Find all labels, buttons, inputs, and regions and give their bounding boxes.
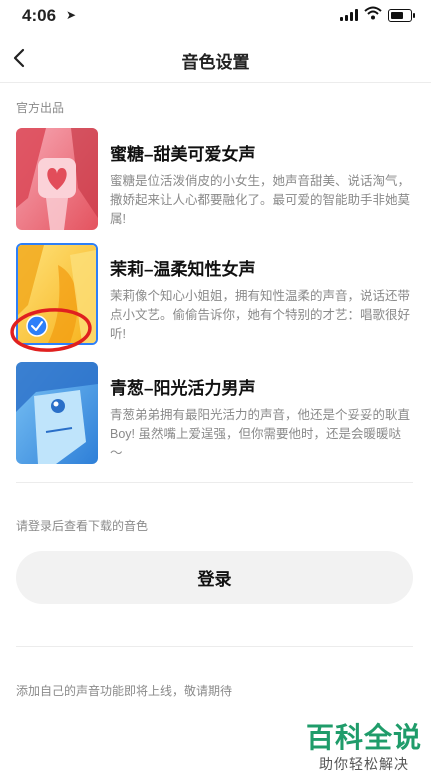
wifi-icon bbox=[364, 6, 382, 20]
login-button[interactable]: 登录 bbox=[16, 551, 413, 604]
divider bbox=[16, 482, 413, 483]
nav-bar: 音色设置 bbox=[0, 36, 431, 83]
battery-icon bbox=[388, 9, 415, 22]
voice-avatar-qingcong bbox=[16, 362, 98, 464]
watermark-subtitle: 助你轻松解决 bbox=[319, 756, 409, 772]
voice-name: 茉莉–温柔知性女声 bbox=[110, 260, 256, 279]
divider bbox=[16, 646, 413, 647]
page-title: 音色设置 bbox=[181, 53, 250, 72]
voice-name: 青葱–阳光活力男声 bbox=[110, 379, 256, 398]
voice-item-moli[interactable]: 茉莉–温柔知性女声 茉莉像个知心小姐姐，拥有知性温柔的声音，说话还带点小文艺。偷… bbox=[10, 243, 414, 352]
section-label-official: 官方出品 bbox=[16, 101, 65, 115]
login-hint: 请登录后查看下载的音色 bbox=[16, 519, 149, 533]
voice-avatar-mitang bbox=[16, 128, 98, 230]
voice-item-qingcong[interactable]: 青葱–阳光活力男声 青葱弟弟拥有最阳光活力的声音，他还是个妥妥的耿直Boy! 虽… bbox=[16, 362, 414, 466]
status-time: 4:06 bbox=[22, 6, 57, 25]
voice-name: 蜜糖–甜美可爱女声 bbox=[110, 145, 256, 164]
coming-soon-note: 添加自己的声音功能即将上线，敬请期待 bbox=[16, 684, 233, 698]
watermark: 百科全说 助你轻松解决 bbox=[304, 722, 424, 774]
watermark-title: 百科全说 bbox=[305, 722, 422, 753]
voice-description: 蜜糖是位活泼俏皮的小女生，她声音甜美、说话淘气，撒娇起来让人心都要融化了。最可爱… bbox=[110, 174, 411, 226]
status-bar: 4:06 ➤ bbox=[0, 0, 431, 32]
cellular-signal-icon bbox=[340, 9, 358, 21]
voice-item-mitang[interactable]: 蜜糖–甜美可爱女声 蜜糖是位活泼俏皮的小女生，她声音甜美、说话淘气，撒娇起来让人… bbox=[16, 128, 414, 232]
voice-description: 茉莉像个知心小姐姐，拥有知性温柔的声音，说话还带点小文艺。偷偷告诉你，她有个特别… bbox=[110, 289, 411, 341]
voice-description: 青葱弟弟拥有最阳光活力的声音，他还是个妥妥的耿直Boy! 虽然嘴上爱逞强，但你需… bbox=[110, 408, 411, 460]
annotation-circle bbox=[10, 308, 92, 352]
location-arrow-icon: ➤ bbox=[66, 8, 77, 22]
